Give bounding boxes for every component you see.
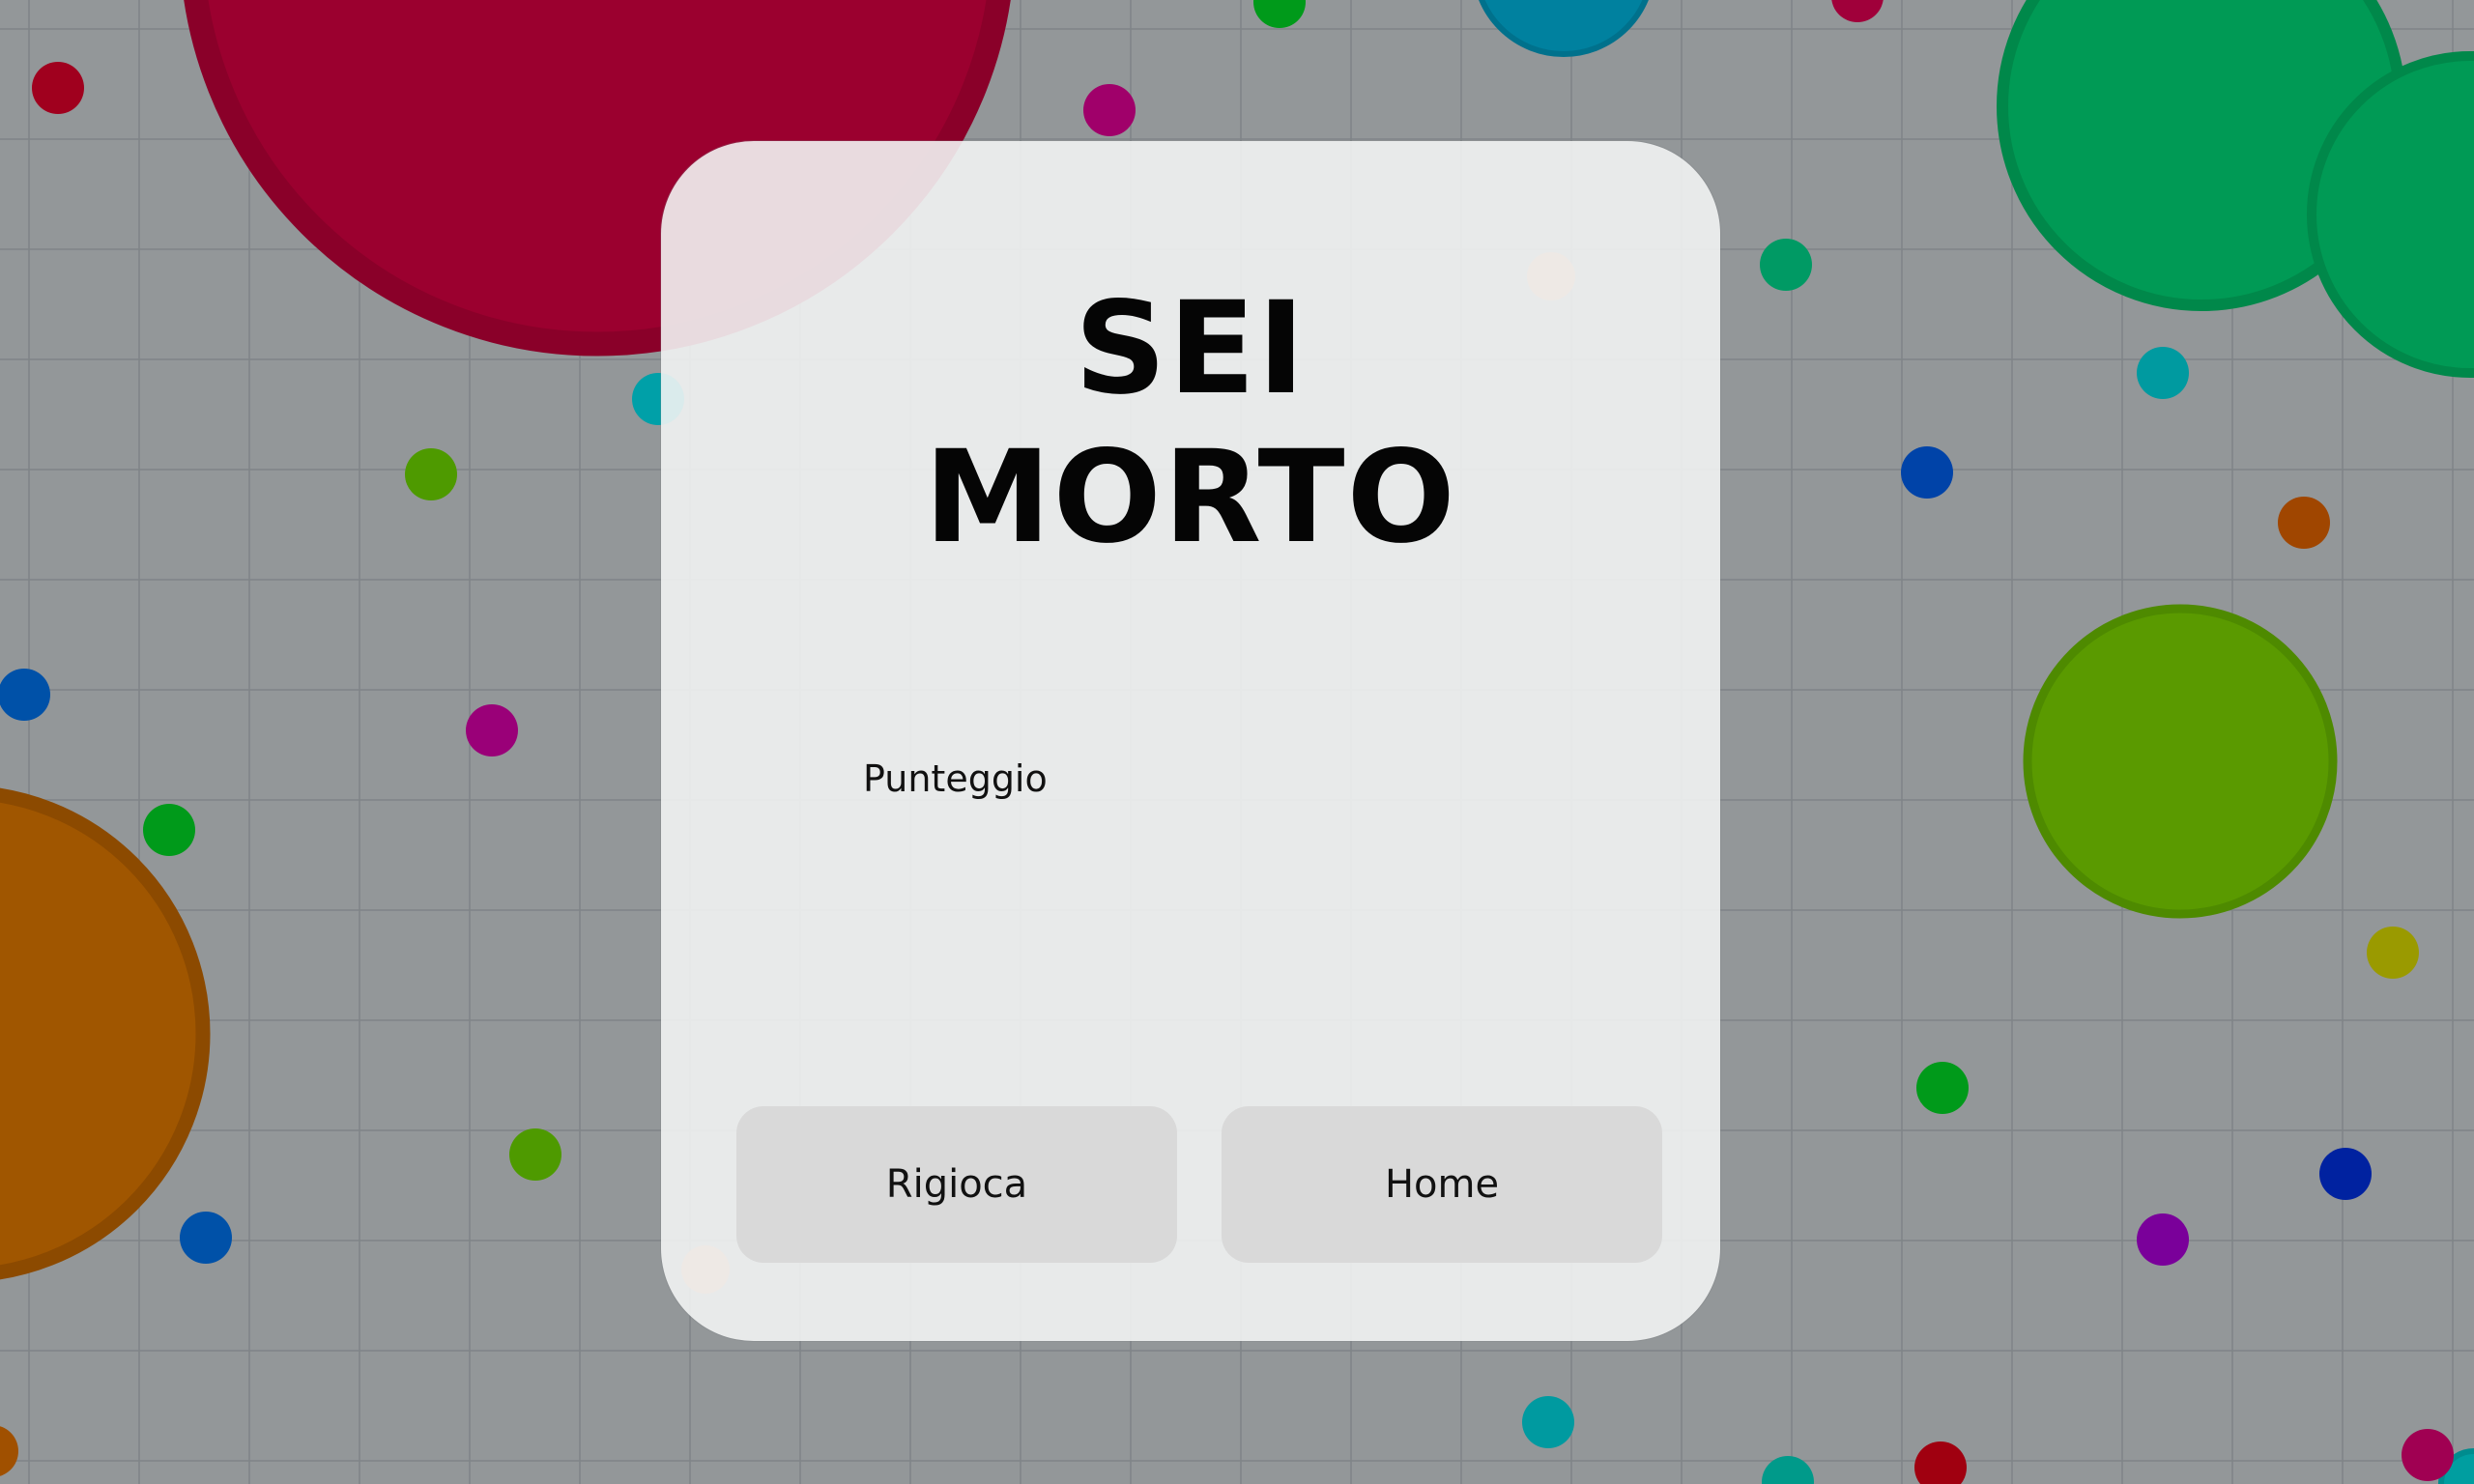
food-pellet	[1083, 84, 1136, 136]
food-pellet	[2319, 1148, 2372, 1200]
home-button[interactable]: Home	[1222, 1106, 1662, 1263]
food-pellet	[143, 804, 195, 856]
player-cell	[2023, 604, 2338, 919]
food-pellet	[2137, 347, 2189, 399]
death-title-line1: SEI	[1074, 274, 1308, 423]
death-dialog: SEI MORTO Punteggio Rigioca Home	[661, 141, 1720, 1341]
replay-button[interactable]: Rigioca	[736, 1106, 1177, 1263]
food-pellet	[1916, 1062, 1969, 1114]
food-pellet	[1760, 239, 1812, 291]
food-pellet	[2367, 927, 2419, 979]
food-pellet	[2278, 497, 2330, 549]
food-pellet	[1901, 446, 1953, 499]
score-label: Punteggio	[863, 757, 1048, 800]
death-title: SEI MORTO	[661, 274, 1720, 572]
food-pellet	[466, 704, 518, 756]
death-title-line2: MORTO	[924, 423, 1457, 572]
food-pellet	[2137, 1213, 2189, 1266]
food-pellet	[509, 1128, 561, 1181]
food-pellet	[32, 62, 84, 114]
food-pellet	[2402, 1429, 2454, 1481]
food-pellet	[405, 448, 457, 500]
food-pellet	[0, 669, 50, 721]
food-pellet	[1522, 1396, 1574, 1448]
food-pellet	[180, 1212, 232, 1264]
